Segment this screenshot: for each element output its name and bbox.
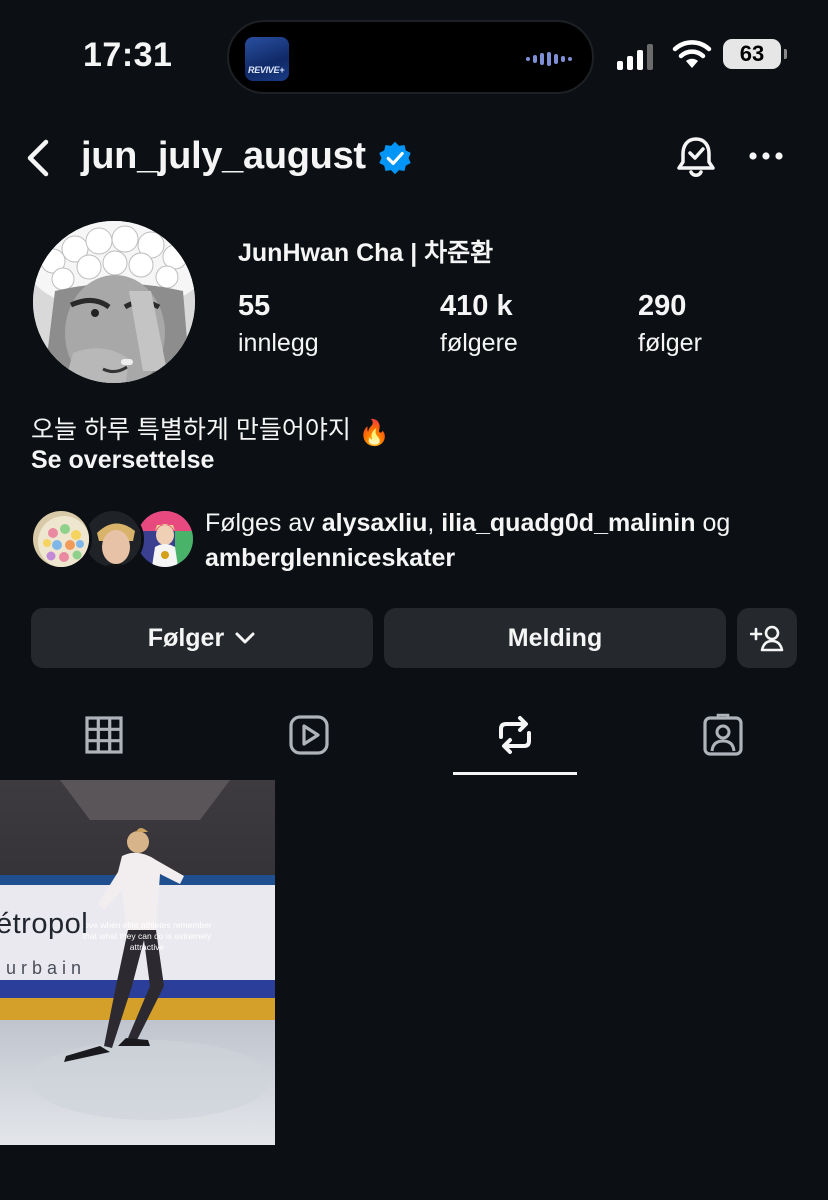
display-name: JunHwan Cha | 차준환 xyxy=(238,239,494,267)
followers-count-value: 410 k xyxy=(440,290,513,322)
add-person-icon xyxy=(750,625,784,652)
battery-indicator: 63 xyxy=(723,39,787,69)
banner-text-urbain: urbain xyxy=(6,958,87,978)
chevron-down-icon xyxy=(235,632,255,644)
reposts-icon[interactable] xyxy=(495,713,535,757)
message-button-label: Melding xyxy=(507,623,603,652)
followed-by-prefix: Følges av xyxy=(205,509,315,537)
bio-text: 오늘 하루 특별하게 만들어야지 xyxy=(31,416,351,444)
reels-icon[interactable] xyxy=(289,713,329,757)
mutual-avatar-1 xyxy=(30,508,92,570)
following-count-label: følger xyxy=(638,329,702,357)
fire-emoji: 🔥 xyxy=(358,419,390,447)
see-translation-link[interactable]: Se oversettelse xyxy=(31,446,214,475)
mutual-username-2[interactable]: ilia_quadg0d_malinin xyxy=(441,509,695,537)
following-count[interactable]: 290 følger xyxy=(638,290,702,358)
notification-bell-icon[interactable] xyxy=(674,134,718,180)
audio-waveform-icon xyxy=(526,52,572,66)
profile-header: jun_july_august xyxy=(0,120,828,196)
now-playing-art-text: REVIVE+ xyxy=(248,65,285,75)
posts-count-label: innlegg xyxy=(238,329,319,357)
followers-count-label: følgere xyxy=(440,329,518,357)
followed-by-text[interactable]: Følges av alysaxliu, ilia_quadg0d_malini… xyxy=(205,506,805,576)
now-playing-artwork: REVIVE+ xyxy=(245,37,289,81)
followers-count[interactable]: 410 k følgere xyxy=(440,290,518,358)
post-thumbnail[interactable]: love when elite athletes remember that w… xyxy=(0,780,275,1145)
dynamic-island[interactable]: REVIVE+ xyxy=(227,20,594,94)
posts-count-value: 55 xyxy=(238,290,271,322)
status-time: 17:31 xyxy=(83,36,173,74)
profile-screen: 17:31 REVIVE+ 63 jun_july_august JunHwan… xyxy=(0,0,828,1200)
separator: , xyxy=(427,509,435,537)
mutual-followers-avatars[interactable] xyxy=(30,508,200,572)
profile-bio: 오늘 하루 특별하게 만들어야지 🔥 xyxy=(31,410,390,448)
tagged-icon[interactable] xyxy=(703,713,743,757)
profile-avatar[interactable] xyxy=(30,218,198,386)
active-tab-indicator xyxy=(453,772,577,775)
post-caption-overlay: love when elite athletes remember that w… xyxy=(82,920,212,952)
following-count-value: 290 xyxy=(638,290,687,322)
following-button-label: Følger xyxy=(147,623,225,652)
grid-icon[interactable] xyxy=(84,713,124,757)
profile-username: jun_july_august xyxy=(81,135,366,177)
message-button[interactable]: Melding xyxy=(384,608,726,668)
following-button[interactable]: Følger xyxy=(31,608,373,668)
posts-count[interactable]: 55 innlegg xyxy=(238,290,319,358)
mutual-username-3[interactable]: amberglenniceskater xyxy=(205,544,455,572)
cellular-signal-icon xyxy=(617,42,653,70)
wifi-icon xyxy=(672,40,712,68)
more-options-icon[interactable] xyxy=(748,150,784,162)
status-bar: 17:31 REVIVE+ 63 xyxy=(0,0,828,110)
mutual-username-1[interactable]: alysaxliu xyxy=(322,509,428,537)
conjunction: og xyxy=(702,509,731,537)
verified-badge-icon xyxy=(379,141,411,175)
suggest-users-button[interactable] xyxy=(737,608,797,668)
banner-text-metropole: étropol xyxy=(0,908,89,940)
back-icon[interactable] xyxy=(22,136,52,180)
